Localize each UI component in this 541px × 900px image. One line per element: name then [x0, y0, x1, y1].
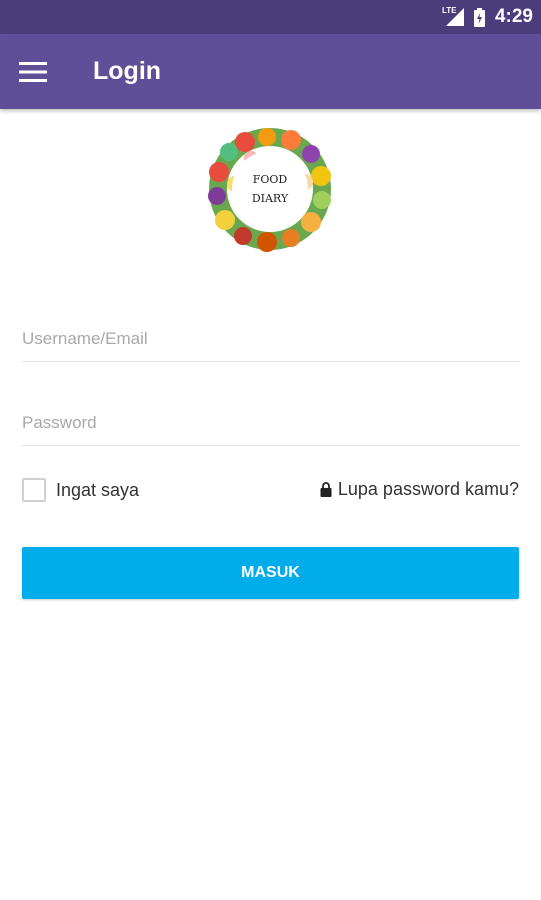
- logo-text-line2: DIARY: [252, 192, 289, 205]
- app-bar: Login: [0, 34, 541, 109]
- remember-me[interactable]: Ingat saya: [22, 478, 139, 502]
- lte-signal-icon: LTE: [441, 6, 464, 26]
- lock-icon: [320, 482, 332, 497]
- clock: 4:29: [494, 6, 533, 27]
- forgot-password-link[interactable]: Lupa password kamu?: [320, 479, 519, 500]
- network-type: LTE: [441, 6, 457, 15]
- forgot-password-label: Lupa password kamu?: [337, 479, 519, 499]
- hamburger-menu-icon: [19, 61, 47, 82]
- username-input[interactable]: [22, 329, 520, 349]
- login-button[interactable]: MASUK: [22, 547, 519, 599]
- page-title: Login: [93, 57, 162, 85]
- remember-me-checkbox[interactable]: [22, 478, 46, 502]
- food-diary-logo: FOOD DIARY: [208, 128, 331, 252]
- logo-text-line1: FOOD: [253, 173, 288, 186]
- menu-button[interactable]: [2, 34, 64, 109]
- password-field: [22, 386, 520, 446]
- status-bar: LTE 4:29: [0, 0, 541, 34]
- battery-charging-icon: [473, 7, 485, 27]
- username-field: [22, 302, 520, 362]
- remember-me-label: Ingat saya: [56, 479, 140, 500]
- password-input[interactable]: [22, 413, 520, 433]
